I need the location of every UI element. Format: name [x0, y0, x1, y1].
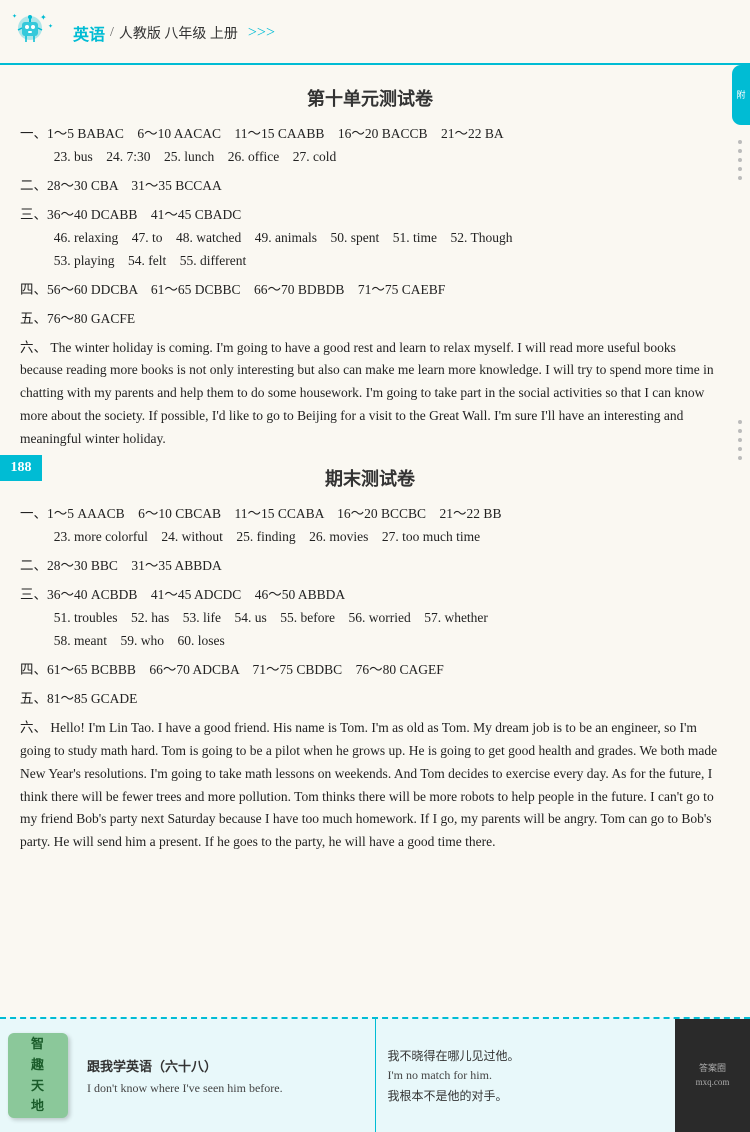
- scroll-deco-box: 智趣天地: [8, 1033, 68, 1118]
- svg-text:✦: ✦: [12, 13, 17, 20]
- answer-text: 1～5 BABAC 6～10 AACAC 11～15 CAABB 16～20 B…: [47, 126, 504, 141]
- answer-text: 51. troubles 52. has 53. life 54. us 55.…: [54, 610, 488, 625]
- logo-area: ✦ ✦ ✦: [10, 8, 65, 58]
- label-wu-1: 五、: [20, 311, 47, 326]
- bottom-section: 智趣天地 跟我学英语（六十八） I don't know where I've …: [0, 1017, 750, 1132]
- section1-answer3: 三、36～40 DCABB 41～45 CBADC 46. relaxing 4…: [20, 204, 720, 273]
- watermark-text: 答案圈mxq.com: [696, 1062, 730, 1089]
- section1-answer2: 二、28～30 CBA 31～35 BCCAA: [20, 175, 720, 198]
- label-er-2: 二、: [20, 558, 47, 573]
- spacer: [20, 860, 720, 875]
- section2-answer2: 二、28～30 BBC 31～35 ABBDA: [20, 555, 720, 578]
- label-si-2: 四、: [20, 662, 47, 677]
- section1-answer4: 四、56～60 DDCBA 61～65 DCBBC 66～70 BDBDB 71…: [20, 279, 720, 302]
- label-yi-2: 一、: [20, 506, 47, 521]
- answer-text: 53. playing 54. felt 55. different: [54, 253, 246, 268]
- essay-text-1: The winter holiday is coming. I'm going …: [20, 340, 714, 447]
- section1-answer6: 六、 The winter holiday is coming. I'm goi…: [20, 337, 720, 452]
- label-yi-1: 一、: [20, 126, 47, 141]
- header-divider: /: [110, 25, 114, 41]
- bottom-right-content: 我不晓得在哪儿见过他。 I'm no match for him. 我根本不是他…: [376, 1019, 676, 1132]
- section1-answer5: 五、76～80 GACFE: [20, 308, 720, 331]
- bottom-section-label: 跟我学英语（六十八）: [87, 1056, 363, 1075]
- label-san-1: 三、: [20, 207, 47, 222]
- header-arrows: >>>: [248, 24, 275, 42]
- answer-text: 76～80 GACFE: [47, 311, 135, 326]
- answer-text: 23. bus 24. 7:30 25. lunch 26. office 27…: [54, 149, 336, 164]
- mascot-logo-icon: ✦ ✦ ✦: [10, 8, 65, 56]
- answer-text: 36～40 DCABB 41～45 CBADC: [47, 207, 241, 222]
- answer-text: 58. meant 59. who 60. loses: [54, 633, 225, 648]
- section2-answer4: 四、61～65 BCBBB 66～70 ADCBA 71～75 CBDBC 76…: [20, 659, 720, 682]
- scroll-decoration-area: 智趣天地: [0, 1019, 75, 1132]
- section2-title: 期末测试卷: [20, 465, 720, 491]
- section2-answer5: 五、81～85 GCADE: [20, 688, 720, 711]
- section1-answer1: 一、1～5 BABAC 6～10 AACAC 11～15 CAABB 16～20…: [20, 123, 720, 169]
- section2-answer1: 一、1～5 AAACB 6～10 CBCAB 11～15 CCABA 16～20…: [20, 503, 720, 549]
- page-number-badge: 188: [0, 455, 42, 481]
- subject-label: 英语: [73, 21, 105, 45]
- label-wu-2: 五、: [20, 691, 47, 706]
- label-san-2: 三、: [20, 587, 47, 602]
- section1-title: 第十单元测试卷: [20, 85, 720, 111]
- bottom-chinese-line2: 我根本不是他的对手。: [388, 1087, 664, 1104]
- answer-text: 1～5 AAACB 6～10 CBCAB 11～15 CCABA 16～20 B…: [47, 506, 501, 521]
- answer-text: 46. relaxing 47. to 48. watched 49. anim…: [54, 230, 513, 245]
- bottom-left-content: 跟我学英语（六十八） I don't know where I've seen …: [75, 1019, 376, 1132]
- bottom-english-line: I don't know where I've seen him before.: [87, 1081, 363, 1096]
- header-title: 英语 / 人教版 八年级 上册 >>>: [73, 21, 275, 45]
- label-liu-2: 六、: [20, 720, 47, 735]
- answer-text: 28～30 BBC 31～35 ABBDA: [47, 558, 222, 573]
- bottom-english-translation: I'm no match for him.: [388, 1068, 664, 1083]
- label-liu-1: 六、: [20, 340, 47, 355]
- answer-text: 56～60 DDCBA 61～65 DCBBC 66～70 BDBDB 71～7…: [47, 282, 445, 297]
- watermark-corner: 答案圈mxq.com: [675, 1019, 750, 1132]
- answer-text: 28～30 CBA 31～35 BCCAA: [47, 178, 222, 193]
- svg-text:✦: ✦: [40, 13, 47, 22]
- section2-answer3: 三、36～40 ACBDB 41～45 ADCDC 46～50 ABBDA 51…: [20, 584, 720, 653]
- scroll-label: 智趣天地: [31, 1034, 44, 1117]
- answer-text: 81～85 GCADE: [47, 691, 137, 706]
- essay-text-2: Hello! I'm Lin Tao. I have a good friend…: [20, 720, 717, 850]
- svg-text:✦: ✦: [48, 23, 53, 30]
- grade-info-label: 人教版 八年级 上册: [119, 23, 238, 43]
- section2-answer6: 六、 Hello! I'm Lin Tao. I have a good fri…: [20, 717, 720, 855]
- main-content: 第十单元测试卷 一、1～5 BABAC 6～10 AACAC 11～15 CAA…: [0, 65, 750, 885]
- header: ✦ ✦ ✦ 英语 / 人教版 八年级 上册 >>>: [0, 0, 750, 65]
- page-container: ✦ ✦ ✦ 英语 / 人教版 八年级 上册 >>> 附 第十单元测试卷: [0, 0, 750, 1132]
- answer-text: 61～65 BCBBB 66～70 ADCBA 71～75 CBDBC 76～8…: [47, 662, 444, 677]
- answer-text: 23. more colorful 24. without 25. findin…: [54, 529, 480, 544]
- answer-text: 36～40 ACBDB 41～45 ADCDC 46～50 ABBDA: [47, 587, 345, 602]
- bottom-chinese-line1: 我不晓得在哪儿见过他。: [388, 1047, 664, 1064]
- label-er-1: 二、: [20, 178, 47, 193]
- label-si-1: 四、: [20, 282, 47, 297]
